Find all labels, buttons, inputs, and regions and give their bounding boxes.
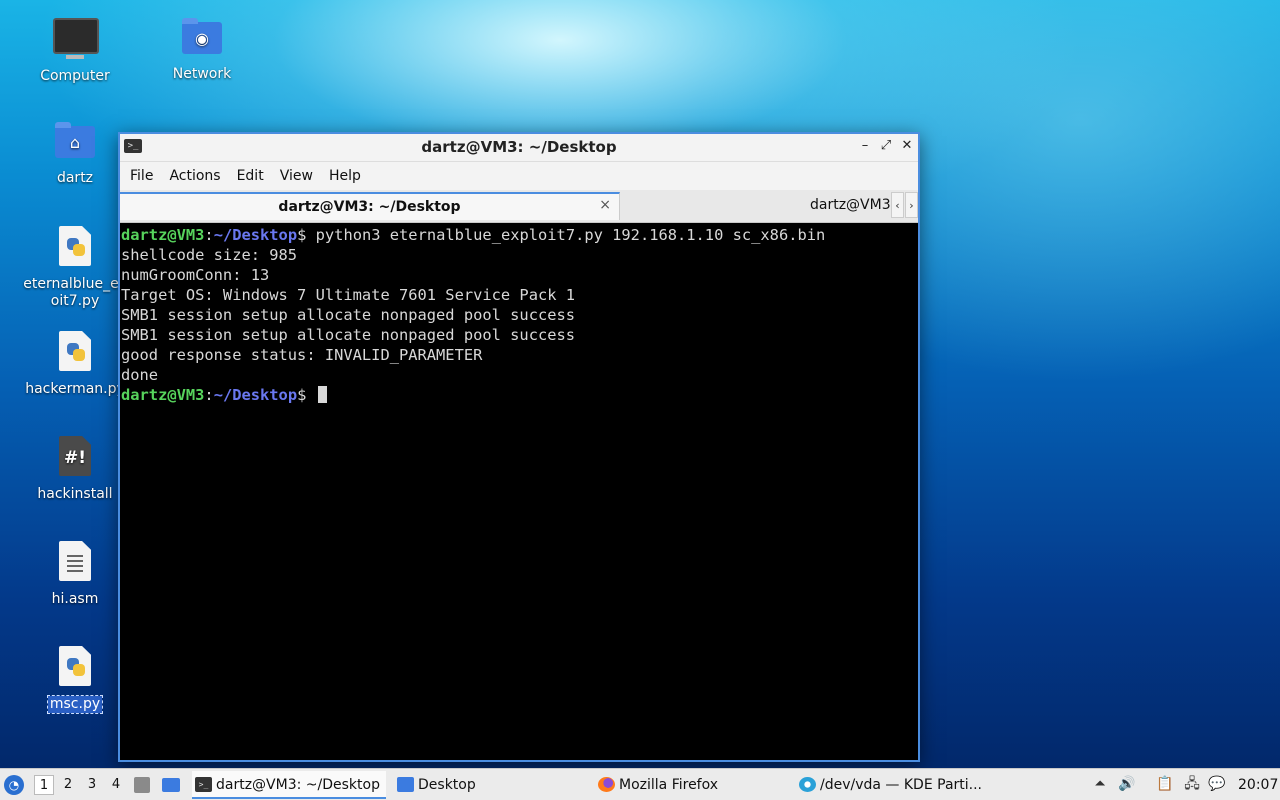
tab-terminal-2[interactable]: dartz@VM3: ~/Desktop <box>622 192 890 220</box>
python-file-icon <box>53 646 97 690</box>
prompt-separator: : <box>204 386 214 404</box>
task-desktop[interactable]: Desktop <box>394 771 584 799</box>
prompt-user: dartz@VM3 <box>121 226 205 244</box>
desktop-icon-label: eternalblue_ex oit7.py <box>23 276 127 309</box>
tab-scroll-right-button[interactable]: › <box>905 192 918 218</box>
terminal-output[interactable]: dartz@VM3:~/Desktop$ python3 eternalblue… <box>120 223 918 405</box>
workspace-2[interactable]: 2 <box>58 775 78 795</box>
taskbar: ◔ 1 2 3 4 >_ dartz@VM3: ~/Desktop Deskto… <box>0 768 1280 800</box>
menu-help[interactable]: Help <box>321 168 369 184</box>
desktop-icon-msc[interactable]: msc.py <box>23 646 127 714</box>
workspace-3[interactable]: 3 <box>82 775 102 795</box>
output-line: SMB1 session setup allocate nonpaged poo… <box>121 326 576 344</box>
desktop-icon-hackinstall[interactable]: #! hackinstall <box>23 436 127 503</box>
task-label: /dev/vda — KDE Parti... <box>820 777 983 793</box>
menu-view[interactable]: View <box>272 168 321 184</box>
app-menu-icon: ◔ <box>4 775 24 795</box>
tab-close-button[interactable]: × <box>599 197 611 213</box>
output-line: done <box>121 366 159 384</box>
prompt-symbol: $ <box>297 226 307 244</box>
python-file-icon <box>53 331 97 375</box>
home-folder-icon: ⌂ <box>53 120 97 164</box>
desktop-icon-network[interactable]: ◉ Network <box>150 16 254 83</box>
tab-scroll-left-button[interactable]: ‹ <box>891 192 904 218</box>
python-file-icon <box>53 226 97 270</box>
command-text: python3 eternalblue_exploit7.py 192.168.… <box>306 226 826 244</box>
workspace-1[interactable]: 1 <box>34 775 54 795</box>
maximize-button[interactable]: ⤢ <box>877 137 895 155</box>
computer-icon <box>53 18 99 62</box>
output-line: good response status: INVALID_PARAMETER <box>121 346 483 364</box>
tray-expand-icon[interactable]: ⏶ <box>1090 774 1110 794</box>
current-prompt-line[interactable]: dartz@VM3:~/Desktop$ <box>121 385 918 405</box>
start-menu-button[interactable]: ◔ <box>4 772 28 798</box>
output-line: Target OS: Windows 7 Ultimate 7601 Servi… <box>121 286 576 304</box>
task-label: dartz@VM3: ~/Desktop <box>216 777 380 793</box>
network-folder-icon: ◉ <box>180 16 224 60</box>
trash-icon <box>134 777 150 793</box>
desktop-icon-label: dartz <box>56 170 94 186</box>
prompt-user: dartz@VM3 <box>121 386 205 404</box>
window-title: dartz@VM3: ~/Desktop <box>421 138 617 156</box>
minimize-button[interactable]: – <box>856 137 874 155</box>
prompt-path: ~/Desktop <box>213 226 298 244</box>
tab-label: dartz@VM3: ~/Desktop <box>278 199 461 215</box>
partition-manager-icon <box>799 777 816 792</box>
output-line: numGroomConn: 13 <box>121 266 270 284</box>
desktop-icon-label: hackerman.py <box>25 381 125 397</box>
desktop-icon-label: msc.py <box>46 695 104 714</box>
notification-icon[interactable]: 💬 <box>1207 774 1227 794</box>
desktop-icon-computer[interactable]: Computer <box>23 16 127 85</box>
output-line: shellcode size: 985 <box>121 246 298 264</box>
menu-edit[interactable]: Edit <box>229 168 272 184</box>
tab-label: dartz@VM3: ~/Desktop <box>810 197 890 213</box>
prompt-path: ~/Desktop <box>213 386 298 404</box>
desktop-icon-label: Network <box>172 66 232 82</box>
desktop-icon <box>162 778 180 792</box>
network-icon[interactable]: 🖧 <box>1182 774 1202 794</box>
desktop-icon-eternalblue[interactable]: eternalblue_ex oit7.py <box>15 226 135 310</box>
window-titlebar[interactable]: >_ dartz@VM3: ~/Desktop – ⤢ ✕ <box>120 134 918 162</box>
terminal-icon: >_ <box>195 777 212 792</box>
menu-bar: File Actions Edit View Help <box>120 162 918 190</box>
output-line: SMB1 session setup allocate nonpaged poo… <box>121 306 576 324</box>
clipboard-icon[interactable]: 📋 <box>1155 774 1175 794</box>
tab-bar: dartz@VM3: ~/Desktop × dartz@VM3: ~/Desk… <box>120 190 918 223</box>
workspace-4[interactable]: 4 <box>106 775 126 795</box>
shell-script-icon: #! <box>53 436 97 480</box>
prompt-symbol: $ <box>297 386 307 404</box>
volume-icon[interactable]: 🔊 <box>1117 774 1137 794</box>
desktop-icon-hi-asm[interactable]: hi.asm <box>23 541 127 608</box>
text-cursor <box>317 386 327 403</box>
task-label: Desktop <box>418 777 476 793</box>
text-file-icon <box>53 541 97 585</box>
desktop-icon-label: hackinstall <box>37 486 113 502</box>
clock[interactable]: 20:07 <box>1238 772 1278 798</box>
prompt-separator: : <box>204 226 214 244</box>
menu-file[interactable]: File <box>122 168 161 184</box>
task-firefox[interactable]: Mozilla Firefox <box>595 771 787 799</box>
task-terminal[interactable]: >_ dartz@VM3: ~/Desktop <box>192 771 386 799</box>
desktop-icon-dartz[interactable]: ⌂ dartz <box>23 120 127 187</box>
firefox-icon <box>598 777 615 792</box>
terminal-window[interactable]: >_ dartz@VM3: ~/Desktop – ⤢ ✕ File Actio… <box>118 132 920 762</box>
desktop-icon-label: hi.asm <box>51 591 99 607</box>
close-button[interactable]: ✕ <box>898 137 916 155</box>
show-desktop-button[interactable] <box>162 772 184 798</box>
folder-icon <box>397 777 414 792</box>
desktop-icon-label: Computer <box>40 68 110 84</box>
task-partition-manager[interactable]: /dev/vda — KDE Parti... <box>796 771 996 799</box>
menu-actions[interactable]: Actions <box>161 168 228 184</box>
task-label: Mozilla Firefox <box>619 777 719 793</box>
command-line: dartz@VM3:~/Desktop$ python3 eternalblue… <box>121 225 918 245</box>
desktop-icon-hackerman[interactable]: hackerman.py <box>23 331 127 398</box>
tab-terminal-1[interactable]: dartz@VM3: ~/Desktop × <box>120 192 620 220</box>
trash-launcher[interactable] <box>134 772 156 798</box>
